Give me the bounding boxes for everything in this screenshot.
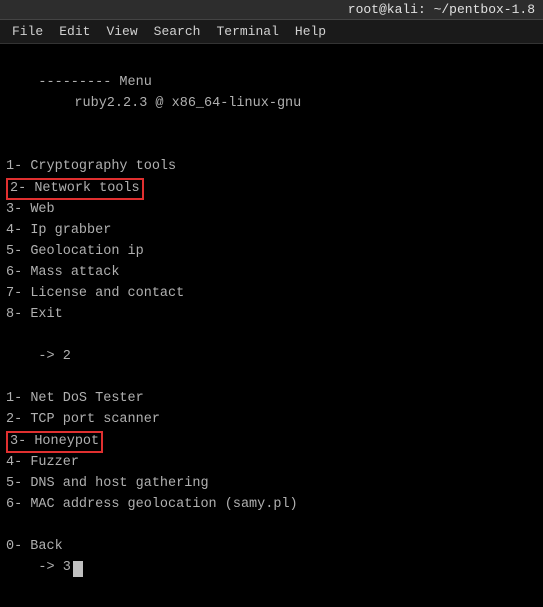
sub-menu-item-4: 4- Fuzzer bbox=[6, 453, 537, 474]
blank-line-1 bbox=[6, 136, 537, 157]
prompt-1: -> 2 bbox=[6, 347, 537, 368]
cursor bbox=[73, 561, 83, 577]
back-item: 0- Back bbox=[6, 537, 537, 558]
menu-item-7: 7- License and contact bbox=[6, 284, 537, 305]
menu-item-1: 1- Cryptography tools bbox=[6, 157, 537, 178]
menu-terminal[interactable]: Terminal bbox=[212, 24, 282, 39]
menu-edit[interactable]: Edit bbox=[55, 24, 94, 39]
title-bar: root@kali: ~/pentbox-1.8 bbox=[0, 0, 543, 20]
menu-item-8: 8- Exit bbox=[6, 305, 537, 326]
menu-item-2: 2- Network tools bbox=[6, 178, 537, 201]
menu-item-3: 3- Web bbox=[6, 200, 537, 221]
prompt-2-text: -> 3 bbox=[6, 558, 71, 579]
blank-line-3 bbox=[6, 368, 537, 389]
menu-item-6: 6- Mass attack bbox=[6, 263, 537, 284]
sub-menu-item-3: 3- Honeypot bbox=[6, 431, 537, 454]
menu-search[interactable]: Search bbox=[150, 24, 205, 39]
blank-line-2 bbox=[6, 326, 537, 347]
sub-menu-item-6: 6- MAC address geolocation (samy.pl) bbox=[6, 495, 537, 516]
header-line: --------- Menu ruby2.2.3 @ x86_64-linux-… bbox=[6, 52, 537, 136]
terminal-body: --------- Menu ruby2.2.3 @ x86_64-linux-… bbox=[0, 44, 543, 599]
prompt-2-line[interactable]: -> 3 bbox=[6, 558, 537, 579]
blank-line-4 bbox=[6, 516, 537, 537]
menu-bar: File Edit View Search Terminal Help bbox=[0, 20, 543, 44]
menu-help[interactable]: Help bbox=[291, 24, 330, 39]
menu-item-5: 5- Geolocation ip bbox=[6, 242, 537, 263]
menu-view[interactable]: View bbox=[102, 24, 141, 39]
menu-file[interactable]: File bbox=[8, 24, 47, 39]
sub-menu-item-1: 1- Net DoS Tester bbox=[6, 389, 537, 410]
sub-menu-item-5: 5- DNS and host gathering bbox=[6, 474, 537, 495]
sub-menu-item-2: 2- TCP port scanner bbox=[6, 410, 537, 431]
menu-item-4: 4- Ip grabber bbox=[6, 221, 537, 242]
title-text: root@kali: ~/pentbox-1.8 bbox=[348, 2, 535, 17]
